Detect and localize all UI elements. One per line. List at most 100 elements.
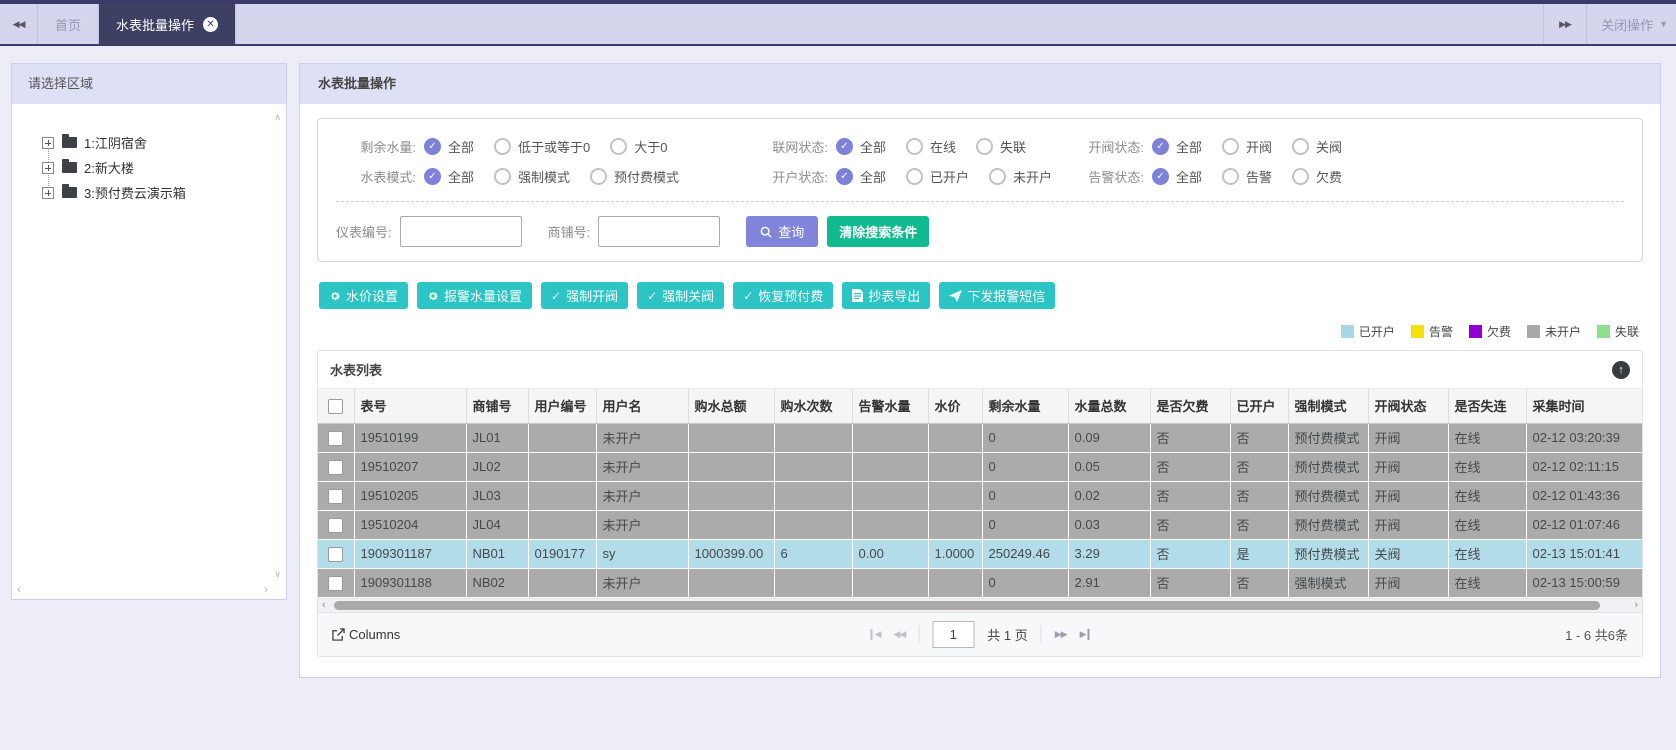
- radio-checked-icon[interactable]: ✓: [836, 168, 853, 185]
- page-next-button[interactable]: ▶▶: [1055, 629, 1067, 640]
- column-header[interactable]: 水量总数: [1068, 389, 1150, 423]
- radio-checked-icon[interactable]: ✓: [1152, 168, 1169, 185]
- tab-home[interactable]: 首页: [38, 4, 99, 44]
- radio-option[interactable]: 低于或等于0: [494, 137, 590, 156]
- close-operations-menu[interactable]: 关闭操作 ▼: [1587, 4, 1676, 44]
- radio-option[interactable]: ✓全部: [1152, 137, 1202, 156]
- query-button[interactable]: 查询: [746, 216, 818, 247]
- radio-unchecked-icon[interactable]: [1222, 138, 1239, 155]
- table-row[interactable]: 19510205JL03未开户00.02否否预付费模式开阀在线02-12 01:…: [318, 481, 1642, 510]
- radio-option[interactable]: 大于0: [610, 137, 667, 156]
- page-first-button[interactable]: ◀: [871, 629, 881, 640]
- tab-close-icon[interactable]: ✕: [203, 17, 218, 32]
- column-header[interactable]: 商铺号: [466, 389, 528, 423]
- radio-unchecked-icon[interactable]: [906, 138, 923, 155]
- action-button-报警水量设置[interactable]: 报警水量设置: [417, 282, 532, 309]
- column-header[interactable]: 水价: [928, 389, 982, 423]
- scroll-right-icon[interactable]: ›: [1634, 599, 1638, 612]
- radio-option[interactable]: 未开户: [989, 167, 1052, 186]
- scroll-right-icon[interactable]: ›: [264, 582, 268, 596]
- table-row[interactable]: 19510207JL02未开户00.05否否预付费模式开阀在线02-12 02:…: [318, 452, 1642, 481]
- column-header[interactable]: 购水总额: [688, 389, 774, 423]
- column-header[interactable]: 开阀状态: [1368, 389, 1448, 423]
- column-header[interactable]: 告警水量: [852, 389, 928, 423]
- radio-option[interactable]: ✓全部: [424, 137, 474, 156]
- radio-checked-icon[interactable]: ✓: [1152, 138, 1169, 155]
- column-header[interactable]: 用户编号: [528, 389, 596, 423]
- radio-unchecked-icon[interactable]: [1222, 168, 1239, 185]
- table-row[interactable]: 1909301188NB02未开户02.91否否强制模式开阀在线02-13 15…: [318, 568, 1642, 597]
- action-button-水价设置[interactable]: 水价设置: [319, 282, 408, 309]
- action-button-强制开阀[interactable]: ✓强制开阀: [541, 282, 628, 309]
- radio-option[interactable]: 关阀: [1292, 137, 1342, 156]
- action-button-强制关阀[interactable]: ✓强制关阀: [637, 282, 724, 309]
- action-button-抄表导出[interactable]: 抄表导出: [842, 282, 930, 309]
- radio-option[interactable]: 在线: [906, 137, 956, 156]
- radio-option[interactable]: 告警: [1222, 167, 1272, 186]
- radio-option[interactable]: 强制模式: [494, 167, 570, 186]
- radio-option[interactable]: 预付费模式: [590, 167, 679, 186]
- row-checkbox[interactable]: [328, 460, 343, 475]
- expand-plus-icon[interactable]: [42, 162, 54, 174]
- radio-unchecked-icon[interactable]: [1292, 138, 1309, 155]
- table-row[interactable]: 1909301187NB010190177sy1000399.0060.001.…: [318, 539, 1642, 568]
- column-header[interactable]: 表号: [354, 389, 466, 423]
- radio-option[interactable]: 已开户: [906, 167, 969, 186]
- expand-plus-icon[interactable]: [42, 137, 54, 149]
- column-header[interactable]: 采集时间: [1526, 389, 1642, 423]
- scroll-left-icon[interactable]: ‹: [17, 582, 21, 596]
- select-all-checkbox[interactable]: [328, 399, 343, 414]
- tree-node-1[interactable]: 1:江阴宿舍: [42, 130, 286, 155]
- radio-unchecked-icon[interactable]: [906, 168, 923, 185]
- radio-unchecked-icon[interactable]: [494, 138, 511, 155]
- tabs-scroll-left-button[interactable]: ◀◀: [0, 4, 38, 44]
- radio-unchecked-icon[interactable]: [610, 138, 627, 155]
- radio-checked-icon[interactable]: ✓: [424, 138, 441, 155]
- shop-number-input[interactable]: [598, 216, 720, 247]
- radio-option[interactable]: 开阀: [1222, 137, 1272, 156]
- radio-unchecked-icon[interactable]: [989, 168, 1006, 185]
- column-header[interactable]: 是否欠费: [1150, 389, 1230, 423]
- page-last-button[interactable]: ▶: [1080, 629, 1090, 640]
- radio-unchecked-icon[interactable]: [976, 138, 993, 155]
- scrollbar-thumb[interactable]: [334, 601, 1600, 610]
- page-prev-button[interactable]: ◀◀: [893, 629, 905, 640]
- table-row[interactable]: 19510199JL01未开户00.09否否预付费模式开阀在线02-12 03:…: [318, 423, 1642, 452]
- scroll-top-icon[interactable]: ↑: [1612, 361, 1630, 379]
- column-header[interactable]: 用户名: [596, 389, 688, 423]
- page-number-input[interactable]: [932, 621, 974, 648]
- columns-button[interactable]: Columns: [332, 627, 400, 642]
- radio-checked-icon[interactable]: ✓: [424, 168, 441, 185]
- radio-unchecked-icon[interactable]: [494, 168, 511, 185]
- column-header[interactable]: 已开户: [1230, 389, 1288, 423]
- radio-option[interactable]: ✓全部: [1152, 167, 1202, 186]
- column-header[interactable]: 剩余水量: [982, 389, 1068, 423]
- row-checkbox[interactable]: [328, 489, 343, 504]
- action-button-下发报警短信[interactable]: 下发报警短信: [939, 282, 1055, 309]
- row-checkbox[interactable]: [328, 518, 343, 533]
- radio-unchecked-icon[interactable]: [1292, 168, 1309, 185]
- radio-option[interactable]: ✓全部: [424, 167, 474, 186]
- table-row[interactable]: 19510204JL04未开户00.03否否预付费模式开阀在线02-12 01:…: [318, 510, 1642, 539]
- column-header[interactable]: 强制模式: [1288, 389, 1368, 423]
- expand-plus-icon[interactable]: [42, 187, 54, 199]
- column-header[interactable]: 是否失连: [1448, 389, 1526, 423]
- radio-unchecked-icon[interactable]: [590, 168, 607, 185]
- row-checkbox[interactable]: [328, 547, 343, 562]
- radio-checked-icon[interactable]: ✓: [836, 138, 853, 155]
- radio-option[interactable]: ✓全部: [836, 137, 886, 156]
- scroll-left-icon[interactable]: ‹: [322, 599, 326, 612]
- scroll-up-icon[interactable]: ∧: [274, 112, 281, 123]
- scroll-down-icon[interactable]: ∨: [274, 569, 281, 580]
- action-button-恢复预付费[interactable]: ✓恢复预付费: [733, 282, 833, 309]
- meter-number-input[interactable]: [400, 216, 522, 247]
- column-header[interactable]: 购水次数: [774, 389, 852, 423]
- tree-node-3[interactable]: 3:预付费云演示箱: [42, 180, 286, 205]
- tabs-scroll-right-button[interactable]: ▶▶: [1543, 4, 1587, 44]
- clear-search-button[interactable]: 清除搜索条件: [827, 216, 929, 247]
- radio-option[interactable]: 失联: [976, 137, 1026, 156]
- tree-node-2[interactable]: 2:新大楼: [42, 155, 286, 180]
- radio-option[interactable]: ✓全部: [836, 167, 886, 186]
- tab-meter-batch[interactable]: 水表批量操作✕: [99, 4, 236, 44]
- radio-option[interactable]: 欠费: [1292, 167, 1342, 186]
